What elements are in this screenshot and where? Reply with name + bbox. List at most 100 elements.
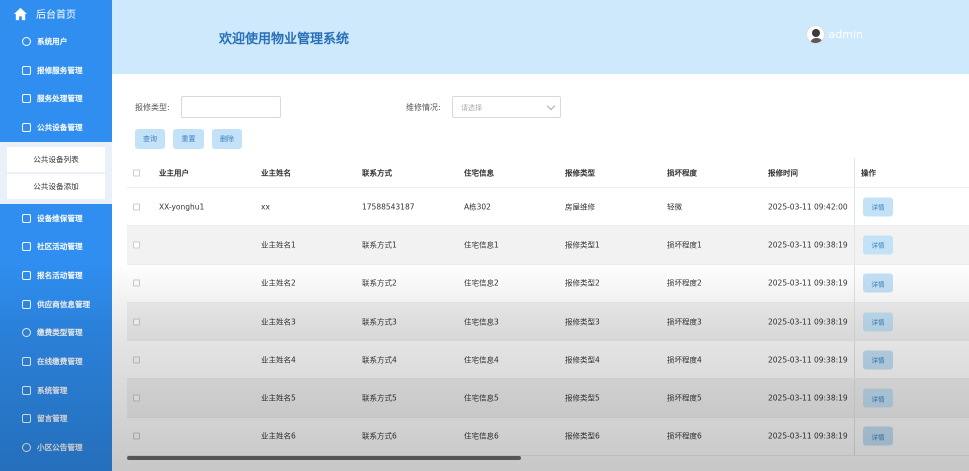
repair-status-label: 维修情况: — [406, 103, 441, 112]
column-divider — [854, 226, 855, 264]
detail-button[interactable]: 详情 — [863, 197, 893, 217]
sidebar-item-public-equipment[interactable]: 公共设备管理 — [0, 113, 112, 142]
sidebar-item-messages[interactable]: 留言管理 — [0, 405, 112, 434]
sidebar-item-online-payment[interactable]: 在线缴费管理 — [0, 347, 112, 376]
row-checkbox[interactable] — [133, 241, 140, 249]
edit-icon — [22, 65, 31, 75]
column-header: 损坏程度 — [667, 168, 697, 177]
data-table: 业主用户 业主姓名 联系方式 住宅信息 报修类型 损坏程度 报修时间 操作 XX… — [127, 158, 969, 457]
column-divider — [854, 302, 855, 341]
table-row: XX-yonghu1 xx 17588543187 A栋302 房屋维修 轻微 … — [127, 188, 969, 227]
column-header: 报修类型 — [565, 168, 595, 177]
table-cell: 住宅信息4 — [464, 355, 499, 365]
row-checkbox[interactable] — [133, 432, 140, 440]
row-checkbox[interactable] — [133, 318, 140, 326]
notice-icon — [22, 443, 31, 453]
row-checkbox[interactable] — [133, 203, 140, 211]
gear-icon — [22, 385, 31, 395]
table-cell: 2025-03-11 09:38:19 — [768, 317, 848, 327]
delete-button[interactable]: 删除 — [212, 129, 242, 149]
table-cell: 报修类型3 — [565, 317, 600, 327]
table-cell: 业主姓名3 — [261, 317, 296, 327]
horizontal-scrollbar[interactable] — [127, 456, 521, 460]
table-cell: 住宅信息2 — [464, 278, 499, 288]
table-cell: 业主姓名2 — [261, 278, 296, 288]
message-icon — [22, 414, 31, 424]
table-cell: 损坏程度6 — [667, 431, 702, 441]
detail-button[interactable]: 详情 — [863, 350, 893, 370]
column-divider — [854, 264, 855, 302]
sidebar-item-label: 设备维保管理 — [37, 213, 83, 223]
row-checkbox[interactable] — [133, 394, 140, 402]
subitem-equipment-list[interactable]: 公共设备列表 — [7, 146, 105, 172]
detail-button[interactable]: 详情 — [863, 273, 893, 293]
subitem-equipment-add[interactable]: 公共设备添加 — [7, 173, 105, 199]
sidebar-item-label: 服务处理管理 — [37, 94, 83, 104]
detail-button[interactable]: 详情 — [863, 312, 893, 332]
user-menu[interactable]: admin — [805, 25, 863, 44]
table-cell: 2025-03-11 09:38:19 — [768, 240, 848, 250]
select-all-checkbox[interactable] — [133, 169, 140, 176]
table-cell: 损坏程度4 — [667, 355, 702, 365]
column-header: 业主姓名 — [261, 168, 291, 177]
column-divider — [854, 379, 855, 417]
table-cell: 报修类型2 — [565, 278, 600, 288]
table-cell: 报修类型4 — [565, 355, 600, 365]
sidebar-item-system-management[interactable]: 系统管理 — [0, 376, 112, 405]
sidebar-item-fee-type[interactable]: 缴费类型管理 — [0, 319, 112, 348]
detail-button[interactable]: 详情 — [863, 388, 893, 408]
sidebar-item-system-users[interactable]: 系统用户 — [0, 27, 112, 56]
table-row: 业主姓名1 联系方式1 住宅信息1 报修类型1 损坏程度1 2025-03-11… — [127, 226, 969, 265]
reset-button[interactable]: 重置 — [173, 129, 204, 149]
edit-icon — [22, 299, 31, 309]
table-cell: 联系方式5 — [362, 393, 397, 403]
sidebar-home-label: 后台首页 — [36, 10, 76, 21]
query-button[interactable]: 查询 — [135, 129, 165, 149]
row-checkbox[interactable] — [133, 356, 140, 364]
sidebar-item-label: 报修服务管理 — [37, 65, 83, 75]
sidebar-item-community-activity[interactable]: 社区活动管理 — [0, 232, 112, 261]
column-divider — [854, 417, 855, 456]
table-cell: 损坏程度1 — [667, 240, 702, 250]
sidebar-item-repair-service[interactable]: 报修服务管理 — [0, 56, 112, 85]
repair-type-input[interactable] — [181, 96, 281, 118]
repair-type-label: 报修类型: — [135, 103, 170, 112]
sidebar: 后台首页 系统用户 报修服务管理 服务处理管理 公共设备管理 公共设备列表 公共… — [0, 0, 112, 471]
edit-icon — [22, 357, 31, 367]
table-cell: 损坏程度5 — [667, 393, 702, 403]
sidebar-item-label: 系统用户 — [37, 36, 68, 46]
sidebar-item-announcements[interactable]: 小区公告管理 — [0, 433, 112, 462]
column-divider — [854, 158, 855, 187]
table-cell: 住宅信息5 — [464, 393, 499, 403]
sidebar-item-equipment-maintenance[interactable]: 设备维保管理 — [0, 204, 112, 233]
table-row: 业主姓名4 联系方式4 住宅信息4 报修类型4 损坏程度4 2025-03-11… — [127, 341, 969, 380]
sidebar-item-label: 留言管理 — [37, 414, 68, 424]
table-row: 业主姓名3 联系方式3 住宅信息3 报修类型3 损坏程度3 2025-03-11… — [127, 302, 969, 342]
table-cell: 损坏程度2 — [667, 278, 702, 288]
table-cell: 联系方式6 — [362, 431, 397, 441]
edit-icon — [22, 122, 31, 132]
header: 欢迎使用物业管理系统 admin — [112, 0, 969, 74]
table-cell: 联系方式3 — [362, 317, 397, 327]
table-cell: 联系方式2 — [362, 278, 397, 288]
detail-button[interactable]: 详情 — [863, 426, 893, 446]
username: admin — [828, 28, 863, 41]
column-header: 联系方式 — [362, 168, 392, 177]
table-header-row: 业主用户 业主姓名 联系方式 住宅信息 报修类型 损坏程度 报修时间 操作 — [127, 158, 969, 188]
sidebar-item-label: 缴费类型管理 — [37, 328, 83, 338]
table-cell: 2025-03-11 09:38:19 — [768, 355, 848, 365]
sidebar-item-activity-signup[interactable]: 报名活动管理 — [0, 261, 112, 290]
column-divider — [854, 341, 855, 379]
row-checkbox[interactable] — [133, 279, 140, 287]
sidebar-home[interactable]: 后台首页 — [0, 0, 112, 27]
sidebar-item-service-handling[interactable]: 服务处理管理 — [0, 84, 112, 113]
detail-button[interactable]: 详情 — [863, 235, 893, 255]
sidebar-item-label: 报名活动管理 — [37, 270, 83, 280]
table-cell: 住宅信息6 — [464, 431, 499, 441]
table-cell: 联系方式1 — [362, 240, 397, 250]
user-icon — [22, 36, 31, 46]
settings-icon — [22, 328, 31, 338]
column-header: 业主用户 — [159, 168, 189, 177]
sidebar-item-supplier-info[interactable]: 供应商信息管理 — [0, 290, 112, 319]
repair-status-select[interactable]: 请选择 — [452, 96, 561, 118]
